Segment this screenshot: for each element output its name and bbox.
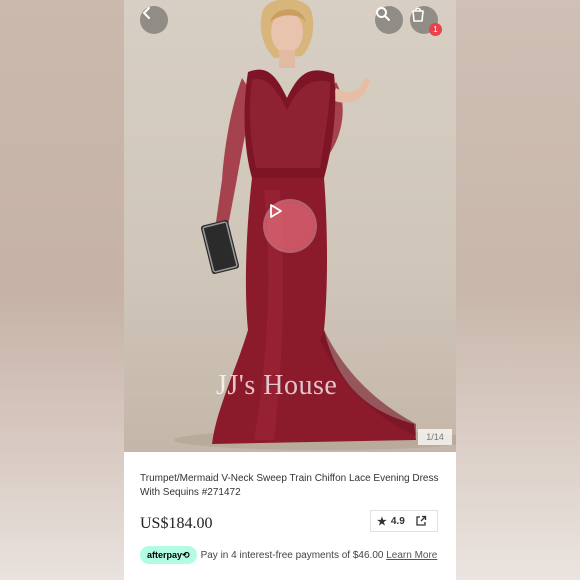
product-price: US$184.00 <box>140 515 213 532</box>
learn-more-link[interactable]: Learn More <box>386 550 437 561</box>
afterpay-badge: afterpay⟲ <box>140 546 197 564</box>
rating-share-box[interactable]: ★ 4.9 <box>370 510 438 532</box>
back-button[interactable] <box>140 6 168 34</box>
phone-screen: JJ's House 1 1/14 Trumpet/Mermaid V-Neck… <box>124 0 456 580</box>
afterpay-text: Pay in 4 interest-free payments of $46.0… <box>200 550 387 561</box>
share-button[interactable] <box>415 515 427 527</box>
shopping-bag-icon <box>412 7 424 22</box>
search-button[interactable] <box>375 6 403 34</box>
play-icon <box>270 204 282 218</box>
chevron-left-icon <box>143 7 150 19</box>
star-icon: ★ <box>377 515 387 528</box>
rating-value: 4.9 <box>390 515 405 527</box>
share-icon <box>416 515 426 526</box>
product-info-card: Trumpet/Mermaid V-Neck Sweep Train Chiff… <box>128 460 452 580</box>
product-title: Trumpet/Mermaid V-Neck Sweep Train Chiff… <box>140 473 439 498</box>
image-counter: 1/14 <box>418 429 452 445</box>
play-video-button[interactable] <box>266 202 314 250</box>
background-right <box>456 0 580 580</box>
afterpay-row: afterpay⟲ Pay in 4 interest-free payments… <box>140 546 444 565</box>
cart-count-badge: 1 <box>429 23 442 36</box>
product-image[interactable]: JJ's House 1 1/14 <box>124 0 456 452</box>
cart-button[interactable]: 1 <box>410 6 442 36</box>
background-left <box>0 0 124 580</box>
search-icon <box>376 7 390 21</box>
brand-watermark: JJ's House <box>216 370 338 401</box>
